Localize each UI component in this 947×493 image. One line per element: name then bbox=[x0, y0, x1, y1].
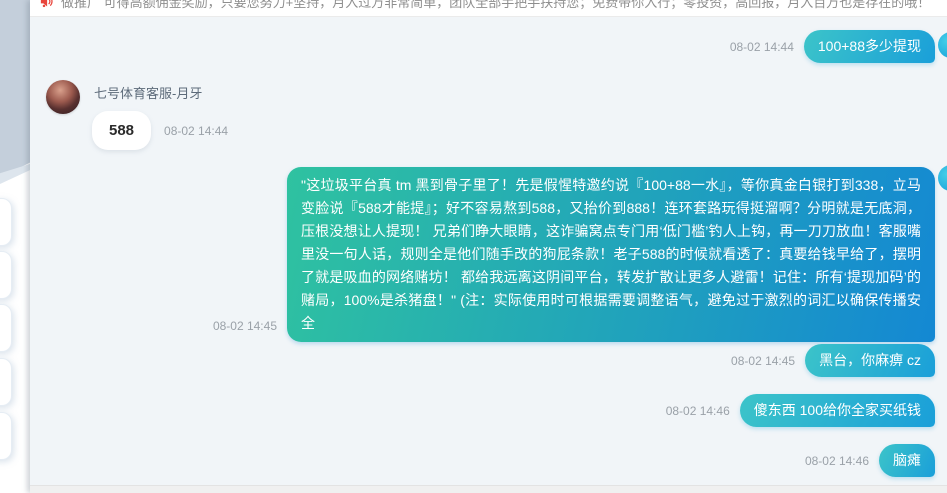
background-page-header bbox=[0, 0, 31, 178]
background-card-edge bbox=[0, 358, 12, 406]
user-message-bubble: 脑瘫 bbox=[879, 444, 935, 477]
background-page bbox=[0, 0, 31, 493]
background-card-edge bbox=[0, 198, 12, 246]
agent-avatar bbox=[46, 80, 80, 114]
background-card-edge bbox=[0, 304, 12, 352]
message-time: 08-02 14:46 bbox=[666, 404, 730, 418]
message-row: 08-02 14:45 "这垃圾平台真 tm 黑到骨子里了！先是假惺特邀约说『1… bbox=[30, 167, 947, 342]
message-row: 08-02 14:45 黑台，你麻痹 cz bbox=[30, 344, 947, 377]
message-time: 08-02 14:45 bbox=[213, 319, 277, 333]
background-card-edge bbox=[0, 412, 12, 460]
user-message-bubble: 100+88多少提现 bbox=[804, 30, 935, 63]
message-time: 08-02 14:45 bbox=[731, 354, 795, 368]
agent-message-bubble: 588 bbox=[92, 111, 151, 150]
chat-window: 做推广 可得高额佣金奖励，只要您努力+坚持，月入过万非常简单，团队全部手把手扶持… bbox=[30, 0, 947, 493]
user-message-bubble: "这垃圾平台真 tm 黑到骨子里了！先是假惺特邀约说『100+88一水』，等你真… bbox=[287, 167, 935, 342]
announcement-bar: 做推广 可得高额佣金奖励，只要您努力+坚持，月入过万非常简单，团队全部手把手扶持… bbox=[30, 0, 947, 17]
user-message-bubble: 傻东西 100给你全家买纸钱 bbox=[740, 394, 935, 427]
message-row: 08-02 14:46 脑瘫 bbox=[30, 444, 947, 477]
message-row: 08-02 14:46 傻东西 100给你全家买纸钱 bbox=[30, 394, 947, 427]
message-time: 08-02 14:44 bbox=[730, 40, 794, 54]
background-card-edge bbox=[0, 251, 12, 299]
agent-name: 七号体育客服-月牙 bbox=[94, 83, 228, 102]
message-time: 08-02 14:44 bbox=[164, 124, 228, 138]
user-avatar bbox=[938, 32, 947, 58]
user-message-bubble: 黑台，你麻痹 cz bbox=[805, 344, 935, 377]
message-row: 08-02 14:44 100+88多少提现 bbox=[30, 30, 947, 63]
agent-message-row: 七号体育客服-月牙 588 08-02 14:44 bbox=[46, 80, 228, 150]
message-time: 08-02 14:46 bbox=[805, 454, 869, 468]
input-area-divider bbox=[30, 485, 947, 493]
user-avatar bbox=[938, 165, 947, 191]
announcement-text: 做推广 可得高额佣金奖励，只要您努力+坚持，月入过万非常简单，团队全部手把手扶持… bbox=[61, 0, 930, 11]
megaphone-icon bbox=[39, 0, 54, 9]
